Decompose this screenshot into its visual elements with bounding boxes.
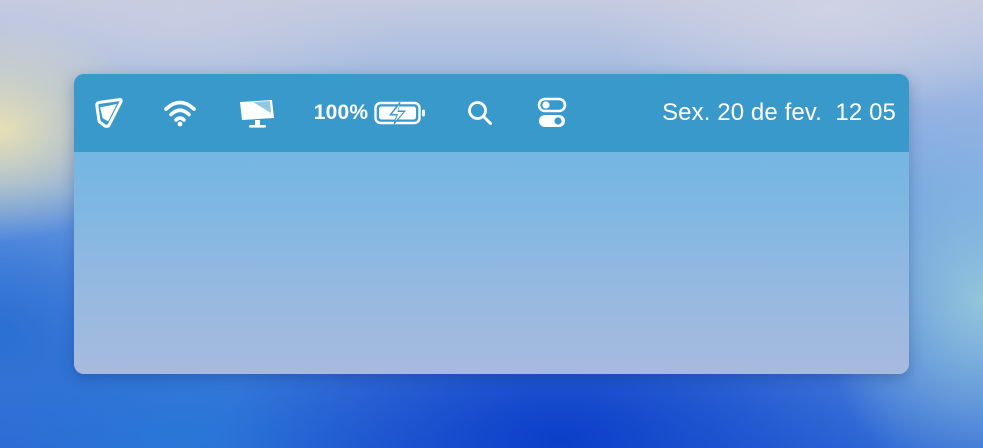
battery-percentage: 100%	[313, 101, 369, 124]
control-center-button[interactable]	[532, 74, 572, 152]
clock-status-item[interactable]: Sex. 20 de fev. 12 05	[604, 74, 896, 152]
control-center-icon	[537, 97, 567, 127]
screenshot-window: 100% Sex. 20 de fev. 12 05	[74, 74, 909, 374]
menu-bar: 100% Sex. 20 de fev. 12 05	[74, 74, 909, 152]
battery-charging-icon	[374, 101, 426, 125]
spotlight-search-button[interactable]	[462, 74, 498, 152]
empty-desktop-area	[74, 152, 909, 374]
app-status-item[interactable]	[90, 74, 130, 152]
app-icon	[95, 98, 123, 128]
wifi-icon	[164, 100, 196, 127]
wifi-status-item[interactable]	[160, 74, 200, 152]
search-icon	[468, 101, 492, 125]
display-status-item[interactable]	[234, 74, 280, 152]
display-mirroring-icon	[240, 100, 274, 128]
date-time-label: Sex. 20 de fev. 12 05	[662, 99, 896, 126]
battery-status-item[interactable]: 100%	[310, 74, 430, 152]
